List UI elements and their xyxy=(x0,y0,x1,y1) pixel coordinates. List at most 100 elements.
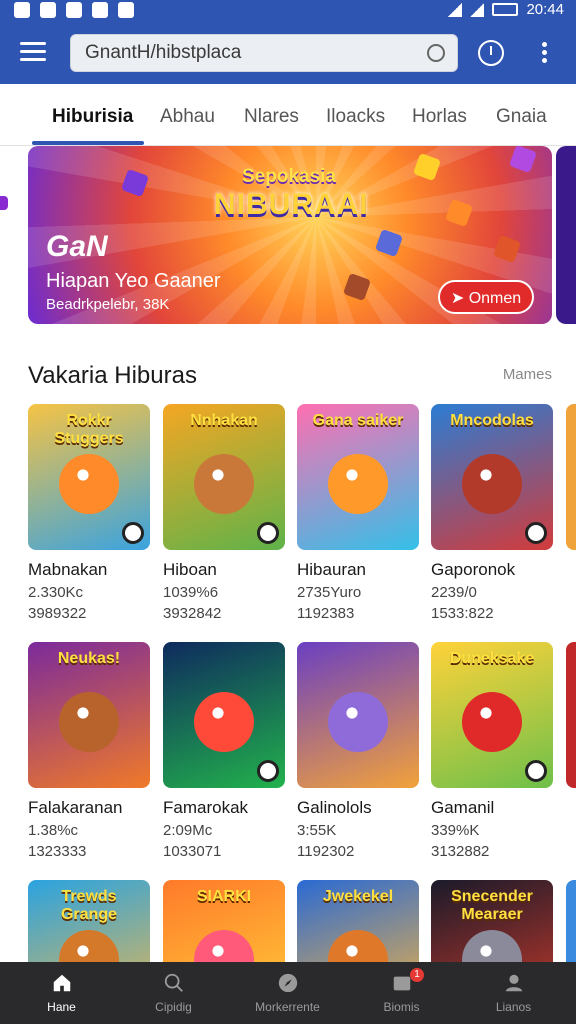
previous-banner-peek[interactable] xyxy=(0,196,8,210)
character-art xyxy=(462,454,522,514)
game-id: 1533:822 xyxy=(431,605,494,622)
tab-hiburisia[interactable]: Hiburisia xyxy=(52,106,133,128)
character-art xyxy=(328,692,388,752)
game-card[interactable]: Rokkr Stuggers Mabnakan 2.330Kc 3989322 xyxy=(28,404,150,622)
banner-button-label: Onmen xyxy=(468,290,522,307)
game-art-title: Nnhakan xyxy=(190,412,258,429)
active-tab-indicator xyxy=(32,141,144,145)
platform-badge-icon xyxy=(257,760,279,782)
store-notification-icon xyxy=(92,2,108,18)
game-art-title: Mncodolas xyxy=(450,412,534,429)
game-id: 3989322 xyxy=(28,605,87,622)
game-art-title: Trewds Grange xyxy=(60,888,117,923)
game-art-title: Duneksake xyxy=(449,650,535,667)
banner-subtitle: Hiapan Yeo Gaaner xyxy=(46,270,221,292)
game-art-title: Snecender Mearaer xyxy=(451,888,533,923)
signal-icon xyxy=(470,2,485,17)
lens-icon[interactable] xyxy=(427,44,445,62)
battery-icon xyxy=(492,3,519,16)
nav-label: Morkerrente xyxy=(255,1000,320,1014)
game-downloads: 1039%6 xyxy=(163,584,219,601)
tab-abhau[interactable]: Abhau xyxy=(160,106,215,128)
game-id: 1323333 xyxy=(28,843,87,860)
game-downloads: 2:09Mc xyxy=(163,822,213,839)
game-id: 1192383 xyxy=(297,605,355,622)
home-icon xyxy=(53,974,70,992)
banner-title: GaN xyxy=(46,230,108,263)
game-id: 1192302 xyxy=(297,843,355,860)
nav-profile[interactable]: Lianos xyxy=(456,962,571,1024)
game-thumbnail[interactable] xyxy=(297,642,419,788)
game-id: 3932842 xyxy=(163,605,222,622)
bottom-navigation: Hane Cipidig Morkerrente 1 Biomis Lianos xyxy=(0,962,576,1024)
search-bar[interactable] xyxy=(70,34,458,72)
image-notification-icon xyxy=(40,2,56,18)
game-card[interactable]: Mncodolas Gaporonok 2239/0 1533:822 xyxy=(431,404,553,622)
character-art xyxy=(59,454,119,514)
nav-label: Lianos xyxy=(495,1000,532,1014)
game-card[interactable]: Famarokak 2:09Mc 1033071 xyxy=(163,642,285,860)
search-input[interactable] xyxy=(71,35,401,71)
section-title: Vakaria Hiburas xyxy=(28,362,197,389)
game-name: Hibauran xyxy=(297,560,366,579)
game-art-title: Gana saiker xyxy=(312,412,404,429)
game-art-title: Jwekekel xyxy=(322,888,394,905)
notification-icons xyxy=(14,2,134,18)
hamburger-menu-button[interactable] xyxy=(20,42,46,62)
see-more-link[interactable]: Mames xyxy=(503,366,552,383)
nav-home[interactable]: Hane xyxy=(4,962,119,1024)
game-art-title: Neukas! xyxy=(57,650,121,667)
game-card[interactable]: Gana saiker Hibauran 2735Yuro 1192383 xyxy=(297,404,419,622)
tab-horlas[interactable]: Horlas xyxy=(412,106,467,128)
game-card[interactable]: Nnhakan Hiboan 1039%6 3932842 xyxy=(163,404,285,622)
game-id: 1033071 xyxy=(163,843,222,860)
game-thumbnail[interactable]: Neukas! xyxy=(28,642,150,788)
tab-gnaia[interactable]: Gnaia xyxy=(496,106,547,128)
game-card[interactable]: Neukas! Falakaranan 1.38%c 1323333 xyxy=(28,642,150,860)
character-art xyxy=(328,454,388,514)
game-thumbnail[interactable]: Nnhakan xyxy=(163,404,285,550)
platform-badge-icon xyxy=(257,522,279,544)
game-thumbnail[interactable]: Gana saiker xyxy=(297,404,419,550)
profile-icon xyxy=(505,974,522,992)
notification-badge: 1 xyxy=(410,968,424,982)
game-id: 3132882 xyxy=(431,843,490,860)
peek-card[interactable] xyxy=(566,404,576,550)
status-bar: 20:44 xyxy=(0,0,576,22)
character-art xyxy=(462,692,522,752)
app-notification-icon xyxy=(14,2,30,18)
game-thumbnail[interactable] xyxy=(163,642,285,788)
tab-nlares[interactable]: Nlares xyxy=(244,106,299,128)
game-downloads: 2735Yuro xyxy=(297,584,362,601)
featured-banner[interactable]: Sepokasia NIBURAAI GaN Hiapan Yeo Gaaner… xyxy=(28,146,552,324)
game-downloads: 2.330Kc xyxy=(28,584,84,601)
game-name: Galinolols xyxy=(297,798,372,817)
game-card[interactable]: Galinolols 3:55K 1192302 xyxy=(297,642,419,860)
platform-badge-icon xyxy=(525,522,547,544)
tab-iloacks[interactable]: Iloacks xyxy=(326,106,385,128)
game-downloads: 2239/0 xyxy=(431,584,477,601)
game-thumbnail[interactable]: Duneksake xyxy=(431,642,553,788)
game-name: Gamanil xyxy=(431,798,495,817)
app-bar: 20:44 xyxy=(0,0,576,84)
game-thumbnail[interactable]: Rokkr Stuggers xyxy=(28,404,150,550)
banner-logo: Sepokasia NIBURAAI xyxy=(214,166,369,222)
banner-logo-main: NIBURAAI xyxy=(214,188,369,221)
platform-badge-icon xyxy=(122,522,144,544)
compass-icon xyxy=(278,973,297,993)
nav-inbox[interactable]: 1 Biomis xyxy=(344,962,459,1024)
game-thumbnail[interactable]: Mncodolas xyxy=(431,404,553,550)
wifi-icon xyxy=(448,2,463,17)
nav-search[interactable]: Cipidig xyxy=(116,962,231,1024)
game-card[interactable]: Duneksake Gamanil 339%K 3132882 xyxy=(431,642,553,860)
banner-open-button[interactable]: ➤ Onmen xyxy=(438,280,534,314)
peek-card[interactable] xyxy=(566,642,576,788)
game-art-title: SIARKI xyxy=(196,888,252,905)
next-banner-peek[interactable] xyxy=(556,146,576,324)
nav-label: Cipidig xyxy=(155,1000,192,1014)
chat-notification-icon xyxy=(66,2,82,18)
overflow-menu-button[interactable] xyxy=(542,42,548,64)
nav-explore[interactable]: Morkerrente xyxy=(230,962,345,1024)
history-button[interactable] xyxy=(478,40,504,66)
search-icon xyxy=(164,973,183,992)
